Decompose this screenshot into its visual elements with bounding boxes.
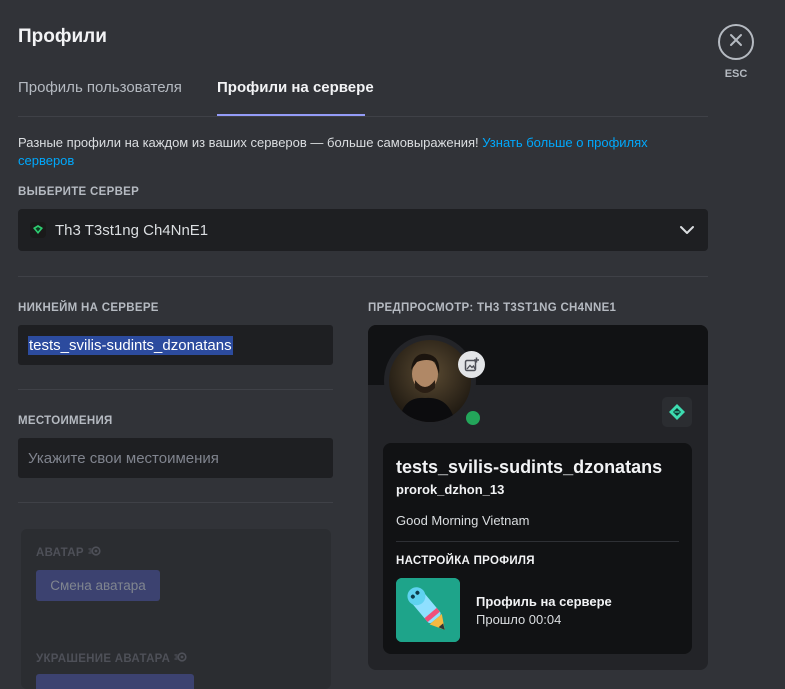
profile-info-panel: tests_svilis-sudints_dzonatans prorok_dz… <box>383 443 692 654</box>
tab-user-profile[interactable]: Профиль пользователя <box>18 79 182 96</box>
server-select[interactable]: Th3 T3st1ng Ch4NnE1 <box>18 209 708 251</box>
tabs-divider <box>18 116 708 117</box>
nickname-value: tests_svilis-sudints_dzonatans <box>28 335 233 355</box>
description: Разные профили на каждом из ваших сервер… <box>18 134 678 170</box>
chevron-down-icon <box>678 221 696 244</box>
display-name: tests_svilis-sudints_dzonatans <box>396 457 663 477</box>
avatar[interactable] <box>384 335 485 429</box>
avatar-section: АВАТАР Смена аватара УКРАШЕНИЕ АВАТАРА <box>21 529 331 689</box>
activity-elapsed: Прошло 00:04 <box>476 612 562 627</box>
server-icon <box>30 222 46 238</box>
pronouns-input[interactable]: Укажите свои местоимения <box>18 438 333 478</box>
nitro-badge-icon[interactable] <box>662 397 692 427</box>
preview-label: ПРЕДПРОСМОТР: TH3 T3ST1NG CH4NNE1 <box>368 302 617 314</box>
tab-server-profiles[interactable]: Профили на сервере <box>217 79 374 96</box>
avatar-image <box>389 340 471 422</box>
nickname-label: НИКНЕЙМ НА СЕРВЕРЕ <box>18 302 159 314</box>
profile-activity-image <box>396 578 460 642</box>
close-icon <box>729 33 743 52</box>
avatar-decoration-label: УКРАШЕНИЕ АВАТАРА <box>36 652 171 665</box>
decoration-label-row: УКРАШЕНИЕ АВАТАРА <box>36 652 188 665</box>
status-indicator <box>462 407 484 429</box>
server-select-label: ВЫБЕРИТЕ СЕРВЕР <box>18 186 140 198</box>
section-divider <box>18 276 708 277</box>
server-select-value: Th3 T3st1ng Ch4NnE1 <box>55 221 209 239</box>
profile-preview-card: tests_svilis-sudints_dzonatans prorok_dz… <box>368 325 708 670</box>
change-decoration-button[interactable] <box>36 674 194 689</box>
esc-label: ESC <box>724 68 748 80</box>
profile-settings-label: НАСТРОЙКА ПРОФИЛЯ <box>396 555 535 567</box>
pronouns-divider <box>18 502 333 503</box>
pronouns-label: МЕСТОИМЕНИЯ <box>18 415 113 427</box>
avatar-label: АВАТАР <box>36 546 84 559</box>
activity-title: Профиль на сервере <box>476 594 612 609</box>
close-button[interactable] <box>718 24 754 60</box>
pronouns-placeholder: Укажите свои местоимения <box>28 449 219 467</box>
add-image-icon[interactable] <box>458 351 485 378</box>
online-status-dot <box>466 411 480 425</box>
description-text: Разные профили на каждом из ваших сервер… <box>18 135 483 150</box>
username: prorok_dzhon_13 <box>396 482 505 497</box>
nickname-input[interactable]: tests_svilis-sudints_dzonatans <box>18 325 333 365</box>
avatar-label-row: АВАТАР <box>36 546 102 559</box>
page-title: Профили <box>18 26 107 47</box>
change-avatar-button[interactable]: Смена аватара <box>36 570 160 601</box>
nickname-divider <box>18 389 333 390</box>
nitro-icon <box>174 652 188 665</box>
bio-text: Good Morning Vietnam <box>396 513 530 528</box>
info-divider <box>396 541 679 542</box>
nitro-icon <box>88 546 102 559</box>
